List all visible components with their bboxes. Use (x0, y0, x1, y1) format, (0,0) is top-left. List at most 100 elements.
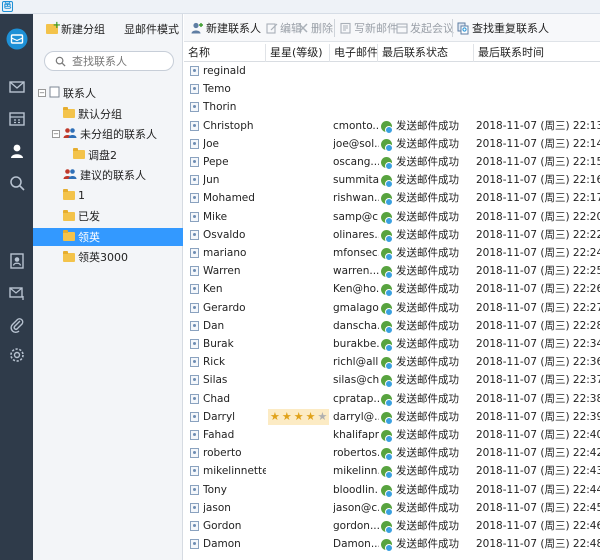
table-row[interactable]: Dan danscha... 发送邮件成功 2018-11-07 (周三) 22:28 (184, 317, 600, 335)
compose-button[interactable]: 写新邮件 (340, 20, 398, 36)
table-row[interactable]: mikelinnette mikelinn... 发送邮件成功 2018-11-07 … (184, 462, 600, 480)
contacts-table-header: 名称 星星(等级) 电子邮件 最后联系状态 最后联系时间 (184, 44, 600, 62)
last-contact-time (476, 98, 600, 116)
table-row[interactable]: Silas silas@ch... 发送邮件成功 2018-11-07 (周三) 22… (184, 371, 600, 389)
last-status-cell: 发送邮件成功 (381, 426, 473, 444)
settings-gear-icon[interactable] (0, 340, 33, 370)
table-row[interactable]: Tony bloodlin... 发送邮件成功 2018-11-07 (周三) 22:… (184, 481, 600, 499)
last-contact-time: 2018-11-07 (周三) 22:16 (476, 174, 600, 187)
people-group-icon (63, 127, 77, 142)
profile-card-icon[interactable] (0, 246, 33, 276)
star-icon[interactable]: ★ (318, 410, 328, 424)
table-row[interactable]: Joe joe@sol... 发送邮件成功 2018-11-07 (周三) 22:14 (184, 135, 600, 153)
contact-name: Chad (203, 392, 231, 405)
mail-icon[interactable] (0, 72, 33, 102)
mailbox-icon[interactable] (0, 24, 33, 54)
contact-name: roberto (203, 447, 242, 460)
show-mail-mode-button[interactable]: 显邮件模式 (124, 21, 179, 37)
table-row[interactable]: Ken Ken@ho... 发送邮件成功 2018-11-07 (周三) 22:26 (184, 280, 600, 298)
contact-email: summita... (333, 174, 379, 187)
column-header-last-time[interactable]: 最后联系时间 (474, 44, 600, 62)
contact-card-icon (190, 430, 199, 440)
group-tree-item[interactable]: − 未分组的联系人 (52, 125, 157, 143)
meeting-button[interactable]: 发起会议 (396, 20, 454, 36)
group-tree-item[interactable]: 调盘2 (62, 146, 117, 164)
table-row[interactable]: Christoph cmonto... 发送邮件成功 2018-11-07 (周三) … (184, 117, 600, 135)
attachment-icon[interactable] (0, 310, 33, 340)
calendar-icon[interactable] (0, 104, 33, 134)
contacts-icon[interactable] (0, 136, 33, 166)
contact-card-icon (190, 466, 199, 477)
tree-toggle-icon[interactable]: − (38, 89, 46, 97)
new-group-button[interactable]: + 新建分组 (46, 21, 105, 37)
tree-toggle-icon[interactable]: − (52, 130, 60, 138)
table-row[interactable]: Mohamed rishwan... 发送邮件成功 2018-11-07 (周三) 2… (184, 189, 600, 207)
table-row[interactable]: Darryl★★★★★darryl@...发送邮件成功2018-11-07 (周… (184, 408, 600, 426)
group-tree-item[interactable]: 1 (52, 187, 85, 205)
star-icon[interactable]: ★ (294, 410, 304, 424)
column-header-email[interactable]: 电子邮件 (330, 44, 378, 62)
sent-success-icon (381, 229, 393, 243)
table-row[interactable]: reginald (184, 62, 600, 80)
group-tree-item[interactable]: 领英 (33, 227, 183, 246)
table-row[interactable]: jason jason@c... 发送邮件成功 2018-11-07 (周三) 22:… (184, 499, 600, 517)
table-row[interactable]: Jun summita... 发送邮件成功 2018-11-07 (周三) 22:16 (184, 171, 600, 189)
contact-card-icon (190, 393, 199, 404)
table-row[interactable]: Chad cpratap... 发送邮件成功 2018-11-07 (周三) 22:3… (184, 390, 600, 408)
star-icon[interactable]: ★ (282, 410, 292, 424)
table-row[interactable]: Burak burakbe... 发送邮件成功 2018-11-07 (周三) 22:… (184, 335, 600, 353)
last-status-text: 发送邮件成功 (396, 392, 459, 405)
column-header-stars[interactable]: 星星(等级) (266, 44, 330, 62)
table-row[interactable]: mariano mfonsec... 发送邮件成功 2018-11-07 (周三) 2… (184, 244, 600, 262)
group-tree-item[interactable]: 已发 (52, 207, 100, 225)
group-tree-item[interactable]: − 联系人 (38, 84, 96, 102)
star-rating[interactable]: ★ ★ ★ ★ ★ (268, 408, 330, 425)
meeting-label: 发起会议 (410, 22, 454, 35)
table-row[interactable]: Fahad khalifapr... 发送邮件成功 2018-11-07 (周三) 2… (184, 426, 600, 444)
sent-success-icon (381, 430, 393, 443)
contact-name: Dan (203, 319, 225, 332)
last-status-text: 发送邮件成功 (396, 429, 459, 441)
contact-card-icon (190, 175, 199, 186)
last-status-text: 发送邮件成功 (396, 192, 459, 205)
table-row[interactable]: Rick richl@all... 发送邮件成功 2018-11-07 (周三) 22… (184, 353, 600, 371)
last-contact-time: 2018-11-07 (周三) 22:14 (476, 137, 600, 150)
table-row[interactable]: Mike samp@c... 发送邮件成功 2018-11-07 (周三) 22:20 (184, 208, 600, 226)
column-header-last-status[interactable]: 最后联系状态 (378, 44, 474, 62)
star-icon[interactable]: ★ (306, 410, 316, 424)
people-group-icon (63, 168, 77, 183)
last-status-text: 发送邮件成功 (396, 210, 459, 223)
group-tree-item[interactable]: 建议的联系人 (52, 166, 146, 184)
table-row[interactable]: Gordon gordon... 发送邮件成功 2018-11-07 (周三) 22:… (184, 517, 600, 535)
mail-settings-icon[interactable] (0, 278, 33, 308)
new-group-label: 新建分组 (61, 23, 105, 36)
edit-icon (266, 23, 278, 34)
search-icon[interactable] (0, 168, 33, 198)
new-contact-button[interactable]: 新建联系人 (190, 20, 261, 36)
last-status-text: 发送邮件成功 (396, 247, 459, 259)
table-row[interactable]: Warren warren... 发送邮件成功 2018-11-07 (周三) 22:… (184, 262, 600, 280)
find-duplicates-button[interactable]: 查找重复联系人 (457, 20, 549, 36)
table-row[interactable]: Osvaldo olinares... 发送邮件成功 2018-11-07 (周三) … (184, 226, 600, 244)
table-row[interactable]: Thorin (184, 98, 600, 116)
column-header-name[interactable]: 名称 (184, 44, 266, 62)
last-status-cell: 发送邮件成功 (381, 335, 473, 353)
contact-card-icon (190, 521, 199, 531)
star-icon[interactable]: ★ (270, 410, 280, 424)
compose-icon (340, 22, 351, 34)
contact-card-icon (190, 102, 199, 113)
table-row[interactable]: roberto robertos... 发送邮件成功 2018-11-07 (周三) … (184, 444, 600, 462)
group-tree-item[interactable]: 默认分组 (52, 105, 122, 123)
table-row[interactable]: Pepe oscang... 发送邮件成功 2018-11-07 (周三) 22:15 (184, 153, 600, 171)
contact-name: Gerardo (203, 301, 246, 314)
contact-card-icon (190, 120, 199, 131)
delete-button[interactable]: 删除 (297, 20, 333, 36)
table-row[interactable]: Temo (184, 80, 600, 98)
folder-icon (63, 250, 75, 262)
group-tree-item[interactable]: 领英3000 (52, 248, 128, 266)
table-row[interactable]: Gerardo gmalago... 发送邮件成功 2018-11-07 (周三) 2… (184, 299, 600, 317)
title-strip: 邑 (0, 0, 600, 14)
contact-search-input[interactable]: 查找联系人 (44, 51, 174, 71)
table-row[interactable]: Damon Damon... 发送邮件成功 2018-11-07 (周三) 22:48 (184, 535, 600, 553)
last-contact-time: 2018-11-07 (周三) 22:43 (476, 465, 600, 478)
